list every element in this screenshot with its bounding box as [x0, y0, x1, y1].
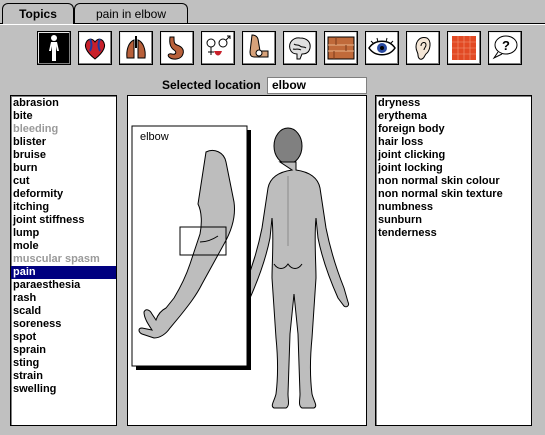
- related-symptom-list[interactable]: dryness erythema foreign body hair loss join…: [375, 95, 532, 426]
- symptom-item[interactable]: burn: [11, 162, 116, 175]
- symptom-item[interactable]: blister: [11, 136, 116, 149]
- symptom-item[interactable]: mole: [11, 240, 116, 253]
- related-symptom-item[interactable]: foreign body: [376, 123, 531, 136]
- symptom-item[interactable]: abrasion: [11, 97, 116, 110]
- symptom-item[interactable]: deformity: [11, 188, 116, 201]
- joint-icon[interactable]: [242, 31, 276, 65]
- related-symptom-item[interactable]: non normal skin texture: [376, 188, 531, 201]
- lungs-icon[interactable]: [119, 31, 153, 65]
- skin-icon[interactable]: [324, 31, 358, 65]
- tab-topics[interactable]: Topics: [2, 3, 74, 24]
- symptom-item[interactable]: sting: [11, 357, 116, 370]
- symptom-item[interactable]: soreness: [11, 318, 116, 331]
- symptom-item[interactable]: scald: [11, 305, 116, 318]
- inset-label: elbow: [140, 131, 169, 143]
- symptom-item[interactable]: pain: [11, 266, 116, 279]
- symptom-item[interactable]: joint stiffness: [11, 214, 116, 227]
- symptom-item[interactable]: muscular spasm: [11, 253, 116, 266]
- related-symptom-item[interactable]: dryness: [376, 97, 531, 110]
- symptom-item[interactable]: bite: [11, 110, 116, 123]
- eye-icon[interactable]: [365, 31, 399, 65]
- related-symptom-item[interactable]: hair loss: [376, 136, 531, 149]
- related-symptom-item[interactable]: non normal skin colour: [376, 175, 531, 188]
- related-symptom-item[interactable]: joint locking: [376, 162, 531, 175]
- related-symptom-item[interactable]: numbness: [376, 201, 531, 214]
- symptom-item[interactable]: strain: [11, 370, 116, 383]
- tab-bar: Topics pain in elbow: [0, 0, 545, 25]
- elbow-inset[interactable]: [131, 125, 248, 367]
- symptom-item[interactable]: lump: [11, 227, 116, 240]
- selected-location-field[interactable]: elbow: [267, 77, 367, 94]
- help-icon[interactable]: ?: [488, 31, 522, 65]
- full-body-icon[interactable]: [37, 31, 71, 65]
- related-symptom-item[interactable]: joint clicking: [376, 149, 531, 162]
- selected-location-label: Selected location: [162, 78, 261, 92]
- symptom-item[interactable]: paraesthesia: [11, 279, 116, 292]
- related-symptom-item[interactable]: erythema: [376, 110, 531, 123]
- stomach-icon[interactable]: [160, 31, 194, 65]
- symptom-item[interactable]: sprain: [11, 344, 116, 357]
- brain-icon[interactable]: [283, 31, 317, 65]
- symptom-item[interactable]: itching: [11, 201, 116, 214]
- symptom-item[interactable]: spot: [11, 331, 116, 344]
- symptom-item[interactable]: rash: [11, 292, 116, 305]
- heart-icon[interactable]: [78, 31, 112, 65]
- body-map[interactable]: elbow: [127, 95, 367, 426]
- related-symptom-item[interactable]: tenderness: [376, 227, 531, 240]
- symptom-item[interactable]: bleeding: [11, 123, 116, 136]
- body-figure[interactable]: [239, 127, 349, 409]
- symptom-list[interactable]: abrasion bite bleeding blister bruise burn cut…: [10, 95, 117, 426]
- reproductive-icon[interactable]: [201, 31, 235, 65]
- svg-text:?: ?: [502, 38, 510, 53]
- related-symptom-item[interactable]: sunburn: [376, 214, 531, 227]
- symptom-item[interactable]: swelling: [11, 383, 116, 396]
- symptom-item[interactable]: cut: [11, 175, 116, 188]
- symptom-item[interactable]: bruise: [11, 149, 116, 162]
- skin-texture-icon[interactable]: [447, 31, 481, 65]
- ear-icon[interactable]: [406, 31, 440, 65]
- tab-pain-in-elbow[interactable]: pain in elbow: [74, 3, 188, 23]
